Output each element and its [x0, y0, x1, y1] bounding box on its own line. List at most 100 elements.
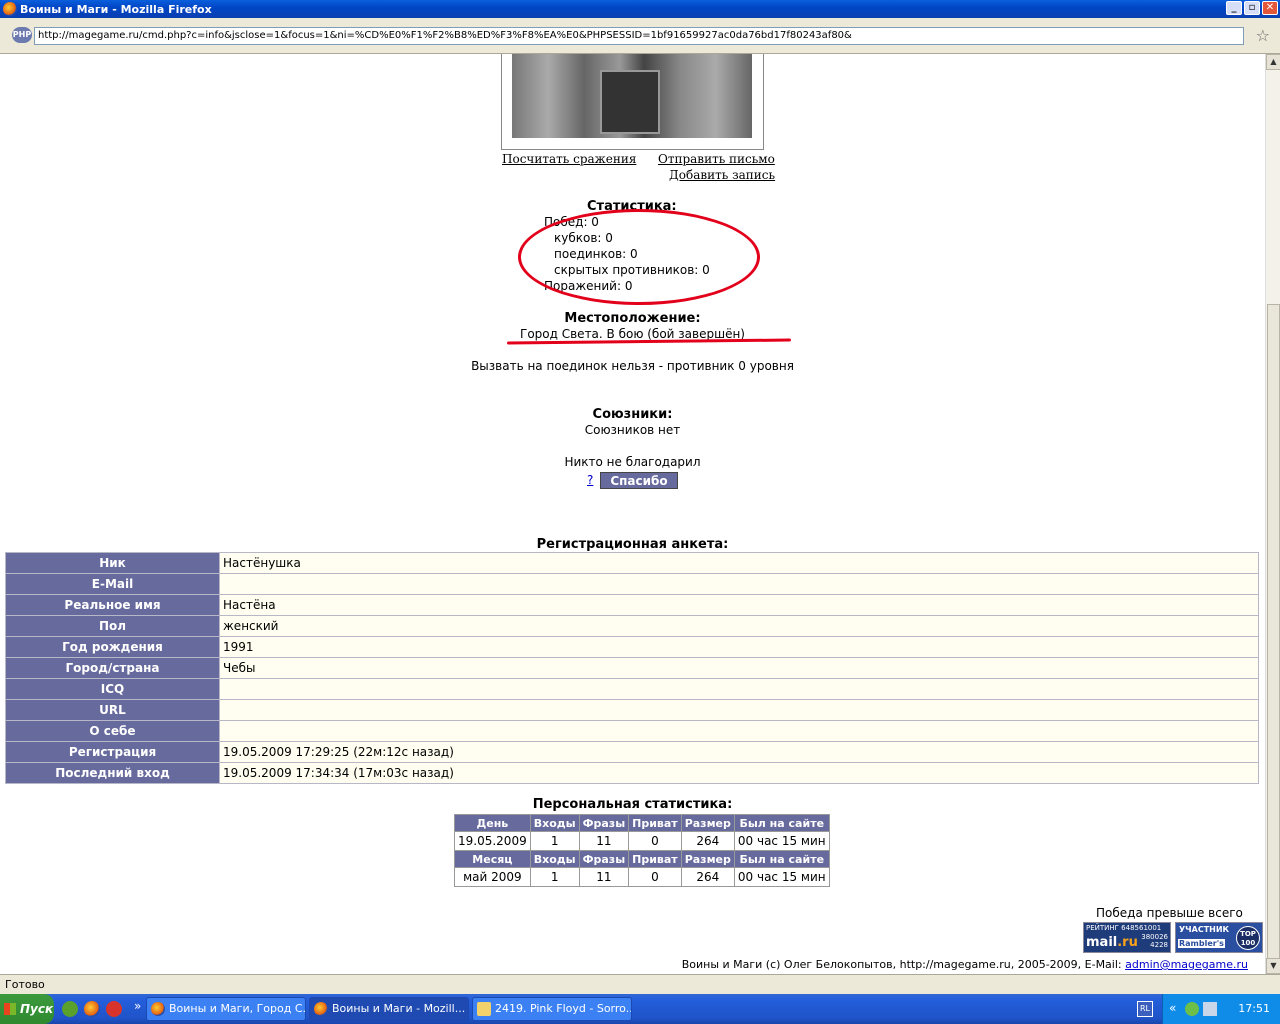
mailru-brand-b: .ru [1117, 935, 1138, 950]
quicklaunch-opera-icon[interactable] [106, 1001, 122, 1017]
registration-key: Город/страна [5, 657, 220, 679]
stats-day-header-cell: День [454, 814, 531, 832]
stats-day-row-cell: 11 [578, 831, 630, 851]
registration-key: О себе [5, 720, 220, 742]
task-button-1[interactable]: Воины и Маги, Город С... [146, 997, 306, 1021]
add-record-link[interactable]: Добавить запись [669, 168, 775, 182]
status-bar: Готово [0, 974, 1280, 994]
mailru-brand-a: mail [1086, 935, 1118, 950]
system-tray: RL « 17:51 [1137, 994, 1280, 1024]
personal-stats-table: День Входы Фразы Приват Размер Был на сайте 1… [454, 814, 830, 887]
allies-value: Союзников нет [584, 423, 681, 437]
avatar-frame [501, 54, 764, 150]
registration-table: Ник Настёнушка E-Mail Реальное имя Настёна По… [5, 552, 1259, 784]
window-titlebar: Воины и Маги - Mozilla Firefox _ ▫ ✕ [0, 0, 1280, 18]
language-indicator[interactable]: RL [1137, 1001, 1153, 1017]
stats-day-row: 19.05.2009 1 11 0 264 00 час 15 мин [454, 831, 830, 851]
tray-network-icon[interactable] [1185, 1002, 1199, 1016]
task-button-2[interactable]: Воины и Маги - Mozill... [309, 997, 469, 1021]
task-button-3[interactable]: 2419. Pink Floyd - Sorro... [472, 997, 632, 1021]
task-label-3: 2419. Pink Floyd - Sorro... [495, 1002, 632, 1015]
rambler-top-a: TOP [1240, 930, 1256, 938]
allies-title: Союзники: [592, 407, 673, 422]
quicklaunch-chevron-icon[interactable]: » [134, 999, 141, 1013]
thanks-note: Никто не благодарил [564, 455, 701, 469]
stats-month-row-cell: 1 [529, 867, 580, 887]
registration-key: URL [5, 699, 220, 721]
thanks-help-link[interactable]: ? [587, 473, 593, 487]
minimize-button[interactable]: _ [1226, 1, 1242, 15]
stats-day-header-cell: Размер [680, 814, 735, 832]
registration-value: 19.05.2009 17:29:25 (22м:12с назад) [219, 741, 1259, 763]
registration-value [219, 699, 1259, 721]
registration-value [219, 678, 1259, 700]
start-button[interactable]: Пуск [0, 994, 54, 1024]
registration-value: 19.05.2009 17:34:34 (17м:03с назад) [219, 762, 1259, 784]
registration-value: Чебы [219, 657, 1259, 679]
count-battles-link[interactable]: Посчитать сражения [502, 152, 636, 166]
url-input[interactable]: http://magegame.ru/cmd.php?c=info&jsclos… [34, 27, 1244, 45]
registration-key: Ник [5, 552, 220, 574]
stats-month-header-cell: Фразы [578, 850, 630, 868]
registration-key: Регистрация [5, 741, 220, 763]
stats-day-header-cell: Входы [529, 814, 580, 832]
stats-month-row-cell: 11 [578, 867, 630, 887]
registration-row: Реальное имя Настёна [5, 594, 1259, 616]
registration-row: Год рождения 1991 [5, 636, 1259, 658]
quicklaunch-clover-icon[interactable] [62, 1001, 78, 1017]
stats-day-row-cell: 0 [628, 831, 682, 851]
close-button[interactable]: ✕ [1262, 1, 1278, 15]
stats-month-header-cell: Был на сайте [733, 850, 830, 868]
stats-day-header: День Входы Фразы Приват Размер Был на сайте [454, 814, 830, 832]
stats-month-row-cell: май 2009 [454, 867, 531, 887]
personal-stats-title: Персональная статистика: [532, 797, 733, 812]
registration-key: Пол [5, 615, 220, 637]
stats-day-header-cell: Был на сайте [733, 814, 830, 832]
avatar-image [512, 54, 752, 138]
registration-value [219, 573, 1259, 595]
mailru-rating-badge[interactable]: РЕЙТИНГ 648561001 mail.ru 380026 4228 [1083, 922, 1171, 953]
window-title: Воины и Маги - Mozilla Firefox [20, 2, 212, 16]
footer-motto: Победа превыше всего [1096, 906, 1243, 920]
stats-day-row-cell: 264 [680, 831, 735, 851]
scroll-up-icon[interactable]: ▲ [1266, 54, 1280, 70]
firefox-icon [314, 1002, 328, 1016]
admin-email-link[interactable]: admin@magegame.ru [1125, 958, 1248, 971]
copyright: Воины и Маги (c) Олег Белокопытов, http:… [682, 958, 1248, 971]
registration-value: 1991 [219, 636, 1259, 658]
quicklaunch-firefox-icon[interactable] [84, 1001, 100, 1017]
start-label: Пуск [20, 1002, 54, 1016]
stats-month-header: Месяц Входы Фразы Приват Размер Был на сайте [454, 850, 830, 868]
scroll-thumb[interactable] [1267, 304, 1280, 964]
tray-expand-icon[interactable]: « [1169, 1001, 1176, 1015]
duel-note: Вызвать на поединок нельзя - противник 0… [471, 359, 794, 373]
vertical-scrollbar[interactable]: ▲ ▼ [1265, 54, 1280, 974]
send-letter-link[interactable]: Отправить письмо [658, 152, 775, 166]
mailru-id: 648561001 [1121, 924, 1162, 932]
stats-day-row-cell: 1 [529, 831, 580, 851]
registration-value: Настёна [219, 594, 1259, 616]
scroll-down-icon[interactable]: ▼ [1266, 958, 1280, 974]
rambler-top100-badge[interactable]: УЧАСТНИК Rambler's TOP 100 [1175, 922, 1263, 953]
registration-key: ICQ [5, 678, 220, 700]
registration-key: Год рождения [5, 636, 220, 658]
task-label-2: Воины и Маги - Mozill... [332, 1002, 466, 1015]
bookmark-star-icon[interactable]: ☆ [1256, 26, 1270, 45]
tray-volume-icon[interactable] [1203, 1002, 1217, 1016]
stats-day-header-cell: Приват [628, 814, 682, 832]
stats-month-header-cell: Месяц [454, 850, 531, 868]
red-highlight-oval [518, 209, 760, 305]
registration-key: Последний вход [5, 762, 220, 784]
maximize-button[interactable]: ▫ [1244, 1, 1260, 15]
stats-month-row-cell: 264 [680, 867, 735, 887]
mailru-n1: 380026 [1141, 933, 1168, 941]
thanks-button[interactable]: Спасибо [600, 472, 678, 489]
clock: 17:51 [1238, 1002, 1270, 1015]
registration-row: Регистрация 19.05.2009 17:29:25 (22м:12с … [5, 741, 1259, 763]
site-php-icon[interactable]: PHP [12, 27, 32, 43]
stats-month-header-cell: Приват [628, 850, 682, 868]
registration-row: Последний вход 19.05.2009 17:34:34 (17м:0… [5, 762, 1259, 784]
firefox-icon [3, 2, 17, 16]
rambler-top-b: 100 [1240, 939, 1256, 947]
stats-month-row-cell: 0 [628, 867, 682, 887]
